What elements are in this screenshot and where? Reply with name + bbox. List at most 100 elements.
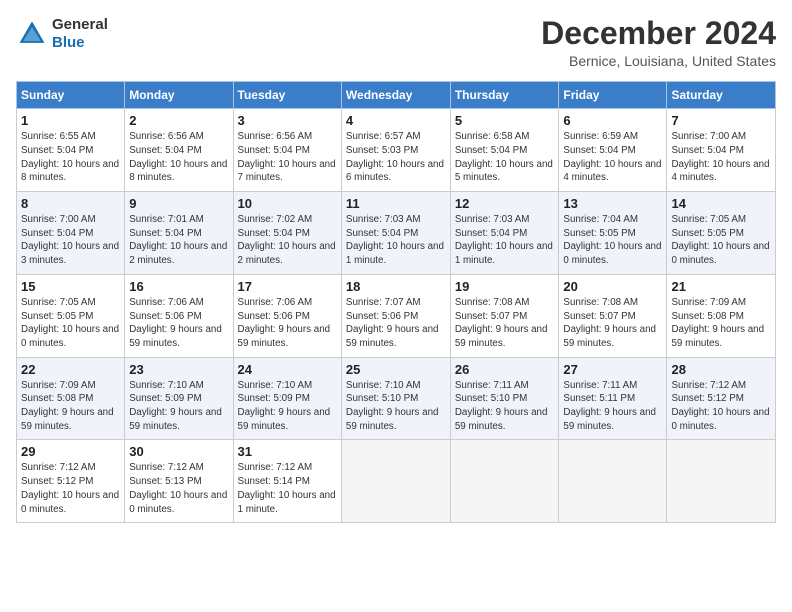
calendar-day-27: 27 Sunrise: 7:11 AM Sunset: 5:11 PM Dayli… [559,357,667,440]
day-info: Sunrise: 6:56 AM Sunset: 5:04 PM Dayligh… [129,130,228,185]
day-number: 15 [21,279,120,294]
calendar-day-4: 4 Sunrise: 6:57 AM Sunset: 5:03 PM Daylig… [341,109,450,192]
day-info: Sunrise: 6:56 AM Sunset: 5:04 PM Dayligh… [238,130,337,185]
calendar-week-2: 8 Sunrise: 7:00 AM Sunset: 5:04 PM Daylig… [17,192,776,275]
header: General Blue December 2024 Bernice, Loui… [16,16,776,69]
day-number: 1 [21,113,120,128]
calendar-day-15: 15 Sunrise: 7:05 AM Sunset: 5:05 PM Dayli… [17,274,125,357]
calendar-day-31: 31 Sunrise: 7:12 AM Sunset: 5:14 PM Dayli… [233,440,341,523]
title-area: December 2024 Bernice, Louisiana, United… [541,16,776,69]
column-header-tuesday: Tuesday [233,82,341,109]
calendar-day-25: 25 Sunrise: 7:10 AM Sunset: 5:10 PM Dayli… [341,357,450,440]
day-number: 30 [129,444,228,459]
calendar-day-19: 19 Sunrise: 7:08 AM Sunset: 5:07 PM Dayli… [450,274,559,357]
calendar-day-empty [341,440,450,523]
day-info: Sunrise: 7:08 AM Sunset: 5:07 PM Dayligh… [563,296,662,351]
calendar-day-12: 12 Sunrise: 7:03 AM Sunset: 5:04 PM Dayli… [450,192,559,275]
day-info: Sunrise: 6:55 AM Sunset: 5:04 PM Dayligh… [21,130,120,185]
calendar-day-28: 28Sunrise: 7:12 AM Sunset: 5:12 PM Dayli… [667,357,776,440]
day-number: 11 [346,196,446,211]
calendar-day-9: 9 Sunrise: 7:01 AM Sunset: 5:04 PM Daylig… [125,192,233,275]
calendar-week-3: 15 Sunrise: 7:05 AM Sunset: 5:05 PM Dayli… [17,274,776,357]
day-info: Sunrise: 7:00 AM Sunset: 5:04 PM Dayligh… [21,213,120,268]
month-title: December 2024 [541,16,776,51]
calendar-day-13: 13 Sunrise: 7:04 AM Sunset: 5:05 PM Dayli… [559,192,667,275]
day-number: 12 [455,196,555,211]
day-number: 13 [563,196,662,211]
day-info: Sunrise: 7:10 AM Sunset: 5:10 PM Dayligh… [346,379,446,434]
calendar-header-row: SundayMondayTuesdayWednesdayThursdayFrid… [17,82,776,109]
column-header-thursday: Thursday [450,82,559,109]
day-info: Sunrise: 7:08 AM Sunset: 5:07 PM Dayligh… [455,296,555,351]
day-number: 24 [238,362,337,377]
calendar-day-empty [450,440,559,523]
calendar-day-16: 16Sunrise: 7:06 AM Sunset: 5:06 PM Dayli… [125,274,233,357]
day-number: 23 [129,362,228,377]
day-info: Sunrise: 7:06 AM Sunset: 5:06 PM Dayligh… [238,296,337,351]
day-info: Sunrise: 7:12 AM Sunset: 5:12 PM Dayligh… [21,461,120,516]
day-number: 9 [129,196,228,211]
day-number: 25 [346,362,446,377]
day-info: Sunrise: 7:12 AM Sunset: 5:14 PM Dayligh… [238,461,337,516]
day-number: 17 [238,279,337,294]
logo-icon [16,18,48,50]
calendar-day-30: 30 Sunrise: 7:12 AM Sunset: 5:13 PM Dayli… [125,440,233,523]
calendar-day-empty [667,440,776,523]
calendar-day-empty [559,440,667,523]
calendar-day-6: 6 Sunrise: 6:59 AM Sunset: 5:04 PM Daylig… [559,109,667,192]
calendar-day-10: 10Sunrise: 7:02 AM Sunset: 5:04 PM Dayli… [233,192,341,275]
day-info: Sunrise: 6:57 AM Sunset: 5:03 PM Dayligh… [346,130,446,185]
calendar-day-17: 17 Sunrise: 7:06 AM Sunset: 5:06 PM Dayli… [233,274,341,357]
day-number: 31 [238,444,337,459]
calendar-day-1: 1 Sunrise: 6:55 AM Sunset: 5:04 PM Daylig… [17,109,125,192]
day-info: Sunrise: 7:09 AM Sunset: 5:08 PM Dayligh… [671,296,771,351]
day-number: 29 [21,444,120,459]
day-number: 7 [671,113,771,128]
calendar-day-20: 20 Sunrise: 7:08 AM Sunset: 5:07 PM Dayli… [559,274,667,357]
logo-text: General Blue [52,16,108,52]
day-number: 6 [563,113,662,128]
day-number: 27 [563,362,662,377]
column-header-sunday: Sunday [17,82,125,109]
day-info: Sunrise: 6:58 AM Sunset: 5:04 PM Dayligh… [455,130,555,185]
day-info: Sunrise: 7:03 AM Sunset: 5:04 PM Dayligh… [346,213,446,268]
day-info: Sunrise: 7:05 AM Sunset: 5:05 PM Dayligh… [21,296,120,351]
day-info: Sunrise: 7:09 AM Sunset: 5:08 PM Dayligh… [21,379,120,434]
day-number: 20 [563,279,662,294]
calendar-day-8: 8 Sunrise: 7:00 AM Sunset: 5:04 PM Daylig… [17,192,125,275]
day-info: Sunrise: 7:03 AM Sunset: 5:04 PM Dayligh… [455,213,555,268]
day-info: Sunrise: 7:11 AM Sunset: 5:10 PM Dayligh… [455,379,555,434]
day-info: Sunrise: 7:01 AM Sunset: 5:04 PM Dayligh… [129,213,228,268]
day-info: Sunrise: 7:07 AM Sunset: 5:06 PM Dayligh… [346,296,446,351]
calendar-day-29: 29 Sunrise: 7:12 AM Sunset: 5:12 PM Dayli… [17,440,125,523]
calendar-day-22: 22 Sunrise: 7:09 AM Sunset: 5:08 PM Dayli… [17,357,125,440]
column-header-friday: Friday [559,82,667,109]
day-info: Sunrise: 6:59 AM Sunset: 5:04 PM Dayligh… [563,130,662,185]
calendar-day-2: 2 Sunrise: 6:56 AM Sunset: 5:04 PM Daylig… [125,109,233,192]
day-number: 2 [129,113,228,128]
day-number: 16 [129,279,228,294]
calendar-day-24: 24 Sunrise: 7:10 AM Sunset: 5:09 PM Dayli… [233,357,341,440]
calendar-day-11: 11 Sunrise: 7:03 AM Sunset: 5:04 PM Dayli… [341,192,450,275]
calendar-day-7: 7 Sunrise: 7:00 AM Sunset: 5:04 PM Daylig… [667,109,776,192]
day-number: 4 [346,113,446,128]
calendar-week-4: 22 Sunrise: 7:09 AM Sunset: 5:08 PM Dayli… [17,357,776,440]
calendar-body: 1 Sunrise: 6:55 AM Sunset: 5:04 PM Daylig… [17,109,776,523]
day-number: 3 [238,113,337,128]
day-info: Sunrise: 7:10 AM Sunset: 5:09 PM Dayligh… [238,379,337,434]
day-number: 19 [455,279,555,294]
day-info: Sunrise: 7:12 AM Sunset: 5:13 PM Dayligh… [129,461,228,516]
calendar-table: SundayMondayTuesdayWednesdayThursdayFrid… [16,81,776,523]
calendar-day-14: 14Sunrise: 7:05 AM Sunset: 5:05 PM Dayli… [667,192,776,275]
day-info: Sunrise: 7:00 AM Sunset: 5:04 PM Dayligh… [671,130,771,185]
day-info: Sunrise: 7:04 AM Sunset: 5:05 PM Dayligh… [563,213,662,268]
day-info: Sunrise: 7:11 AM Sunset: 5:11 PM Dayligh… [563,379,662,434]
calendar-day-23: 23Sunrise: 7:10 AM Sunset: 5:09 PM Dayli… [125,357,233,440]
day-number: 8 [21,196,120,211]
location-title: Bernice, Louisiana, United States [541,53,776,69]
calendar-day-26: 26Sunrise: 7:11 AM Sunset: 5:10 PM Dayli… [450,357,559,440]
column-header-saturday: Saturday [667,82,776,109]
day-number: 21 [671,279,771,294]
calendar-day-21: 21 Sunrise: 7:09 AM Sunset: 5:08 PM Dayli… [667,274,776,357]
day-number: 22 [21,362,120,377]
